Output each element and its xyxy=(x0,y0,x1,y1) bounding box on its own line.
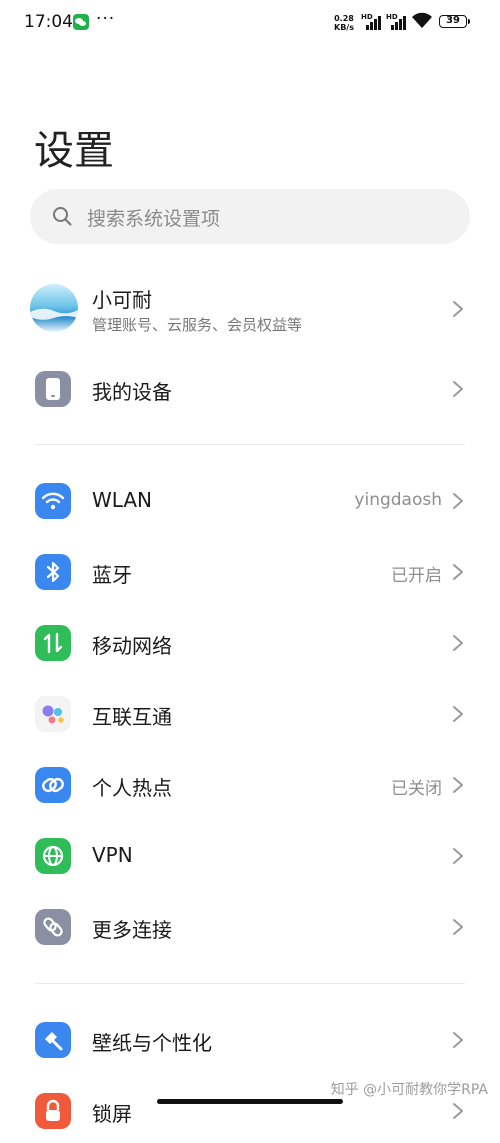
settings-item-mobile-network[interactable]: 移动网络 xyxy=(0,611,500,675)
avatar xyxy=(30,284,78,332)
link-icon xyxy=(35,909,71,945)
settings-item-label: 蓝牙 xyxy=(92,563,132,587)
status-time: 17:04 xyxy=(24,12,73,32)
wechat-notification-icon xyxy=(73,14,89,30)
settings-item-more-connections[interactable]: 更多连接 xyxy=(0,895,500,959)
settings-item-value: yingdaosh xyxy=(354,490,442,510)
settings-item-label: VPN xyxy=(92,843,133,867)
wifi-status-icon xyxy=(412,12,432,28)
watermark: 知乎 @小可耐教你学RPA xyxy=(330,1082,488,1098)
settings-item-my-device[interactable]: 我的设备 xyxy=(0,357,500,421)
network-speed: 0.28 KB/s xyxy=(334,14,354,32)
settings-item-label: 移动网络 xyxy=(92,634,172,658)
page-title: 设置 xyxy=(34,128,114,174)
settings-item-label: WLAN xyxy=(92,488,153,512)
settings-item-label: 壁纸与个性化 xyxy=(92,1031,212,1055)
settings-item-value: 已关闭 xyxy=(391,779,442,799)
chevron-right-icon xyxy=(453,635,463,651)
chevron-right-icon xyxy=(453,777,463,793)
settings-item-label: 我的设备 xyxy=(92,380,172,404)
settings-item-label: 互联互通 xyxy=(92,705,172,729)
chevron-right-icon xyxy=(453,381,463,397)
chevron-right-icon xyxy=(453,919,463,935)
status-bar: 17:04 ··· 0.28 KB/s HD HD 39 xyxy=(0,0,500,44)
wifi-icon xyxy=(35,483,71,519)
section-divider xyxy=(35,983,465,984)
battery-icon: 39 xyxy=(439,15,470,28)
globe-icon xyxy=(35,838,71,874)
hd-label: HD xyxy=(361,13,373,21)
device-icon xyxy=(35,371,71,407)
search-bar[interactable]: 搜索系统设置项 xyxy=(30,189,470,244)
settings-item-interconnect[interactable]: 互联互通 xyxy=(0,682,500,746)
section-divider xyxy=(35,444,465,445)
hd-label: HD xyxy=(386,13,398,21)
settings-item-label: 更多连接 xyxy=(92,918,172,942)
settings-item-hotspot[interactable]: 个人热点 已关闭 xyxy=(0,753,500,817)
search-icon xyxy=(53,207,72,226)
signal-1-icon: HD xyxy=(361,13,383,30)
settings-item-label: 锁屏 xyxy=(92,1102,132,1126)
account-subtitle: 管理账号、云服务、会员权益等 xyxy=(92,316,303,334)
lock-icon xyxy=(35,1093,71,1129)
settings-item-wlan[interactable]: WLAN yingdaosh xyxy=(0,469,500,533)
chevron-right-icon xyxy=(453,493,463,509)
bluetooth-icon xyxy=(35,554,71,590)
settings-item-wallpaper[interactable]: 壁纸与个性化 xyxy=(0,1008,500,1072)
brush-icon xyxy=(35,1022,71,1058)
home-indicator[interactable] xyxy=(157,1099,343,1104)
network-speed-value: 0.28 xyxy=(334,14,354,23)
account-row[interactable]: 小可耐 管理账号、云服务、会员权益等 xyxy=(0,278,500,342)
mobile-data-icon xyxy=(35,625,71,661)
account-name: 小可耐 xyxy=(92,288,152,312)
network-speed-unit: KB/s xyxy=(334,23,354,32)
chevron-right-icon xyxy=(453,1103,463,1119)
more-notifications-icon: ··· xyxy=(96,9,116,29)
interconnect-icon xyxy=(35,696,71,732)
chevron-right-icon xyxy=(453,1032,463,1048)
settings-item-label: 个人热点 xyxy=(92,776,172,800)
chevron-right-icon xyxy=(453,706,463,722)
search-placeholder: 搜索系统设置项 xyxy=(87,208,221,230)
settings-item-value: 已开启 xyxy=(391,566,442,586)
hotspot-icon xyxy=(35,767,71,803)
chevron-right-icon xyxy=(453,848,463,864)
chevron-right-icon xyxy=(453,301,463,317)
settings-item-bluetooth[interactable]: 蓝牙 已开启 xyxy=(0,540,500,604)
settings-item-vpn[interactable]: VPN xyxy=(0,824,500,888)
chevron-right-icon xyxy=(453,564,463,580)
signal-2-icon: HD xyxy=(386,13,408,30)
